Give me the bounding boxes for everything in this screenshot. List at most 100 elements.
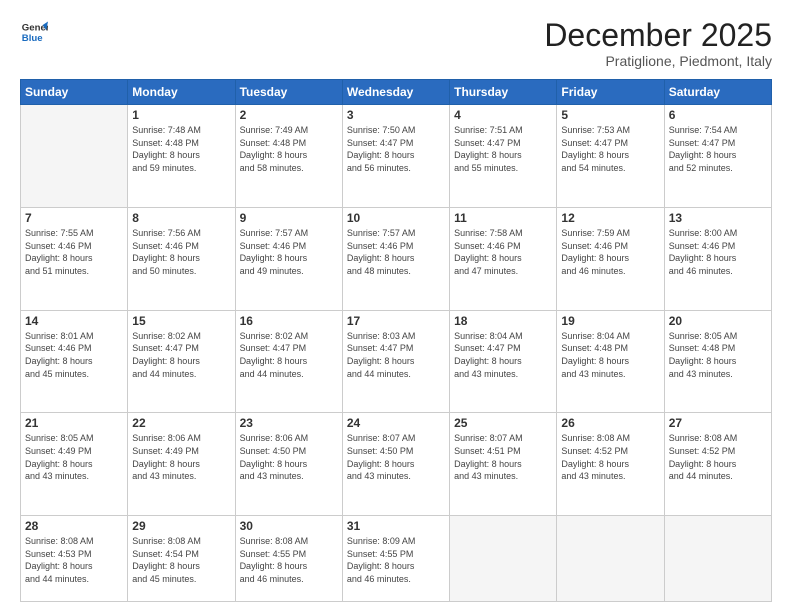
day-number: 11 bbox=[454, 211, 552, 225]
day-info: Sunrise: 8:08 AMSunset: 4:52 PMDaylight:… bbox=[669, 432, 767, 482]
day-info: Sunrise: 7:54 AMSunset: 4:47 PMDaylight:… bbox=[669, 124, 767, 174]
day-info: Sunrise: 8:08 AMSunset: 4:55 PMDaylight:… bbox=[240, 535, 338, 585]
svg-text:Blue: Blue bbox=[22, 33, 43, 44]
day-info: Sunrise: 7:57 AMSunset: 4:46 PMDaylight:… bbox=[347, 227, 445, 277]
weekday-header-row: Sunday Monday Tuesday Wednesday Thursday… bbox=[21, 80, 772, 105]
table-row: 16 Sunrise: 8:02 AMSunset: 4:47 PMDayligh… bbox=[235, 310, 342, 413]
table-row: 20Sunrise: 8:05 AMSunset: 4:48 PMDayligh… bbox=[664, 310, 771, 413]
day-info: Sunrise: 8:00 AMSunset: 4:46 PMDaylight:… bbox=[669, 227, 767, 277]
table-row: 26 Sunrise: 8:08 AMSunset: 4:52 PMDayligh… bbox=[557, 413, 664, 516]
table-row: 21 Sunrise: 8:05 AMSunset: 4:49 PMDayligh… bbox=[21, 413, 128, 516]
day-number: 2 bbox=[240, 108, 338, 122]
table-row: 13 Sunrise: 8:00 AMSunset: 4:46 PMDayligh… bbox=[664, 207, 771, 310]
day-number: 3 bbox=[347, 108, 445, 122]
header-sunday: Sunday bbox=[21, 80, 128, 105]
day-number: 18 bbox=[454, 314, 552, 328]
table-row bbox=[664, 516, 771, 602]
calendar-week-row: 21 Sunrise: 8:05 AMSunset: 4:49 PMDayligh… bbox=[21, 413, 772, 516]
day-info: Sunrise: 8:02 AMSunset: 4:47 PMDaylight:… bbox=[240, 330, 338, 380]
calendar-week-row: 7Sunrise: 7:55 AMSunset: 4:46 PMDaylight… bbox=[21, 207, 772, 310]
svg-text:General: General bbox=[22, 22, 48, 33]
day-number: 4 bbox=[454, 108, 552, 122]
table-row: 8 Sunrise: 7:56 AMSunset: 4:46 PMDaylight… bbox=[128, 207, 235, 310]
day-info: Sunrise: 8:04 AMSunset: 4:48 PMDaylight:… bbox=[561, 330, 659, 380]
table-row: 1Sunrise: 7:48 AMSunset: 4:48 PMDaylight… bbox=[128, 105, 235, 208]
month-title: December 2025 bbox=[544, 18, 772, 53]
table-row: 15Sunrise: 8:02 AMSunset: 4:47 PMDayligh… bbox=[128, 310, 235, 413]
table-row: 24 Sunrise: 8:07 AMSunset: 4:50 PMDayligh… bbox=[342, 413, 449, 516]
table-row: 2 Sunrise: 7:49 AMSunset: 4:48 PMDaylight… bbox=[235, 105, 342, 208]
table-row: 25Sunrise: 8:07 AMSunset: 4:51 PMDayligh… bbox=[450, 413, 557, 516]
table-row bbox=[557, 516, 664, 602]
day-info: Sunrise: 7:53 AMSunset: 4:47 PMDaylight:… bbox=[561, 124, 659, 174]
day-info: Sunrise: 8:05 AMSunset: 4:48 PMDaylight:… bbox=[669, 330, 767, 380]
table-row bbox=[21, 105, 128, 208]
day-number: 19 bbox=[561, 314, 659, 328]
day-number: 15 bbox=[132, 314, 230, 328]
table-row: 12 Sunrise: 7:59 AMSunset: 4:46 PMDayligh… bbox=[557, 207, 664, 310]
day-info: Sunrise: 8:08 AMSunset: 4:54 PMDaylight:… bbox=[132, 535, 230, 585]
calendar-week-row: 14Sunrise: 8:01 AMSunset: 4:46 PMDayligh… bbox=[21, 310, 772, 413]
day-number: 25 bbox=[454, 416, 552, 430]
table-row: 23 Sunrise: 8:06 AMSunset: 4:50 PMDayligh… bbox=[235, 413, 342, 516]
day-number: 24 bbox=[347, 416, 445, 430]
day-number: 31 bbox=[347, 519, 445, 533]
table-row: 14Sunrise: 8:01 AMSunset: 4:46 PMDayligh… bbox=[21, 310, 128, 413]
day-info: Sunrise: 8:08 AMSunset: 4:52 PMDaylight:… bbox=[561, 432, 659, 482]
day-number: 8 bbox=[132, 211, 230, 225]
header-wednesday: Wednesday bbox=[342, 80, 449, 105]
day-info: Sunrise: 8:07 AMSunset: 4:50 PMDaylight:… bbox=[347, 432, 445, 482]
day-number: 5 bbox=[561, 108, 659, 122]
day-number: 13 bbox=[669, 211, 767, 225]
day-info: Sunrise: 7:57 AMSunset: 4:46 PMDaylight:… bbox=[240, 227, 338, 277]
day-info: Sunrise: 7:56 AMSunset: 4:46 PMDaylight:… bbox=[132, 227, 230, 277]
day-number: 28 bbox=[25, 519, 123, 533]
table-row: 18 Sunrise: 8:04 AMSunset: 4:47 PMDayligh… bbox=[450, 310, 557, 413]
location: Pratiglione, Piedmont, Italy bbox=[544, 53, 772, 69]
day-number: 26 bbox=[561, 416, 659, 430]
day-info: Sunrise: 8:06 AMSunset: 4:50 PMDaylight:… bbox=[240, 432, 338, 482]
header: General Blue December 2025 Pratiglione, … bbox=[20, 18, 772, 69]
day-info: Sunrise: 8:09 AMSunset: 4:55 PMDaylight:… bbox=[347, 535, 445, 585]
table-row: 17Sunrise: 8:03 AMSunset: 4:47 PMDayligh… bbox=[342, 310, 449, 413]
day-number: 27 bbox=[669, 416, 767, 430]
table-row: 28 Sunrise: 8:08 AMSunset: 4:53 PMDayligh… bbox=[21, 516, 128, 602]
day-info: Sunrise: 7:49 AMSunset: 4:48 PMDaylight:… bbox=[240, 124, 338, 174]
table-row: 22Sunrise: 8:06 AMSunset: 4:49 PMDayligh… bbox=[128, 413, 235, 516]
table-row: 6 Sunrise: 7:54 AMSunset: 4:47 PMDaylight… bbox=[664, 105, 771, 208]
day-info: Sunrise: 8:04 AMSunset: 4:47 PMDaylight:… bbox=[454, 330, 552, 380]
header-thursday: Thursday bbox=[450, 80, 557, 105]
table-row: 11 Sunrise: 7:58 AMSunset: 4:46 PMDayligh… bbox=[450, 207, 557, 310]
day-info: Sunrise: 7:51 AMSunset: 4:47 PMDaylight:… bbox=[454, 124, 552, 174]
day-number: 14 bbox=[25, 314, 123, 328]
table-row: 9Sunrise: 7:57 AMSunset: 4:46 PMDaylight… bbox=[235, 207, 342, 310]
day-number: 30 bbox=[240, 519, 338, 533]
calendar-week-row: 1Sunrise: 7:48 AMSunset: 4:48 PMDaylight… bbox=[21, 105, 772, 208]
day-number: 23 bbox=[240, 416, 338, 430]
day-info: Sunrise: 8:05 AMSunset: 4:49 PMDaylight:… bbox=[25, 432, 123, 482]
day-info: Sunrise: 7:55 AMSunset: 4:46 PMDaylight:… bbox=[25, 227, 123, 277]
day-info: Sunrise: 7:58 AMSunset: 4:46 PMDaylight:… bbox=[454, 227, 552, 277]
day-number: 17 bbox=[347, 314, 445, 328]
day-number: 16 bbox=[240, 314, 338, 328]
day-number: 29 bbox=[132, 519, 230, 533]
logo: General Blue bbox=[20, 18, 48, 46]
day-info: Sunrise: 7:59 AMSunset: 4:46 PMDaylight:… bbox=[561, 227, 659, 277]
day-number: 10 bbox=[347, 211, 445, 225]
calendar-table: Sunday Monday Tuesday Wednesday Thursday… bbox=[20, 79, 772, 602]
table-row: 30 Sunrise: 8:08 AMSunset: 4:55 PMDayligh… bbox=[235, 516, 342, 602]
header-monday: Monday bbox=[128, 80, 235, 105]
table-row: 7Sunrise: 7:55 AMSunset: 4:46 PMDaylight… bbox=[21, 207, 128, 310]
table-row: 31 Sunrise: 8:09 AMSunset: 4:55 PMDayligh… bbox=[342, 516, 449, 602]
table-row: 27 Sunrise: 8:08 AMSunset: 4:52 PMDayligh… bbox=[664, 413, 771, 516]
day-number: 21 bbox=[25, 416, 123, 430]
table-row: 5 Sunrise: 7:53 AMSunset: 4:47 PMDaylight… bbox=[557, 105, 664, 208]
table-row: 10 Sunrise: 7:57 AMSunset: 4:46 PMDayligh… bbox=[342, 207, 449, 310]
day-number: 6 bbox=[669, 108, 767, 122]
table-row: 19 Sunrise: 8:04 AMSunset: 4:48 PMDayligh… bbox=[557, 310, 664, 413]
day-number: 12 bbox=[561, 211, 659, 225]
day-info: Sunrise: 7:48 AMSunset: 4:48 PMDaylight:… bbox=[132, 124, 230, 174]
day-info: Sunrise: 8:08 AMSunset: 4:53 PMDaylight:… bbox=[25, 535, 123, 585]
table-row: 4 Sunrise: 7:51 AMSunset: 4:47 PMDaylight… bbox=[450, 105, 557, 208]
day-info: Sunrise: 7:50 AMSunset: 4:47 PMDaylight:… bbox=[347, 124, 445, 174]
